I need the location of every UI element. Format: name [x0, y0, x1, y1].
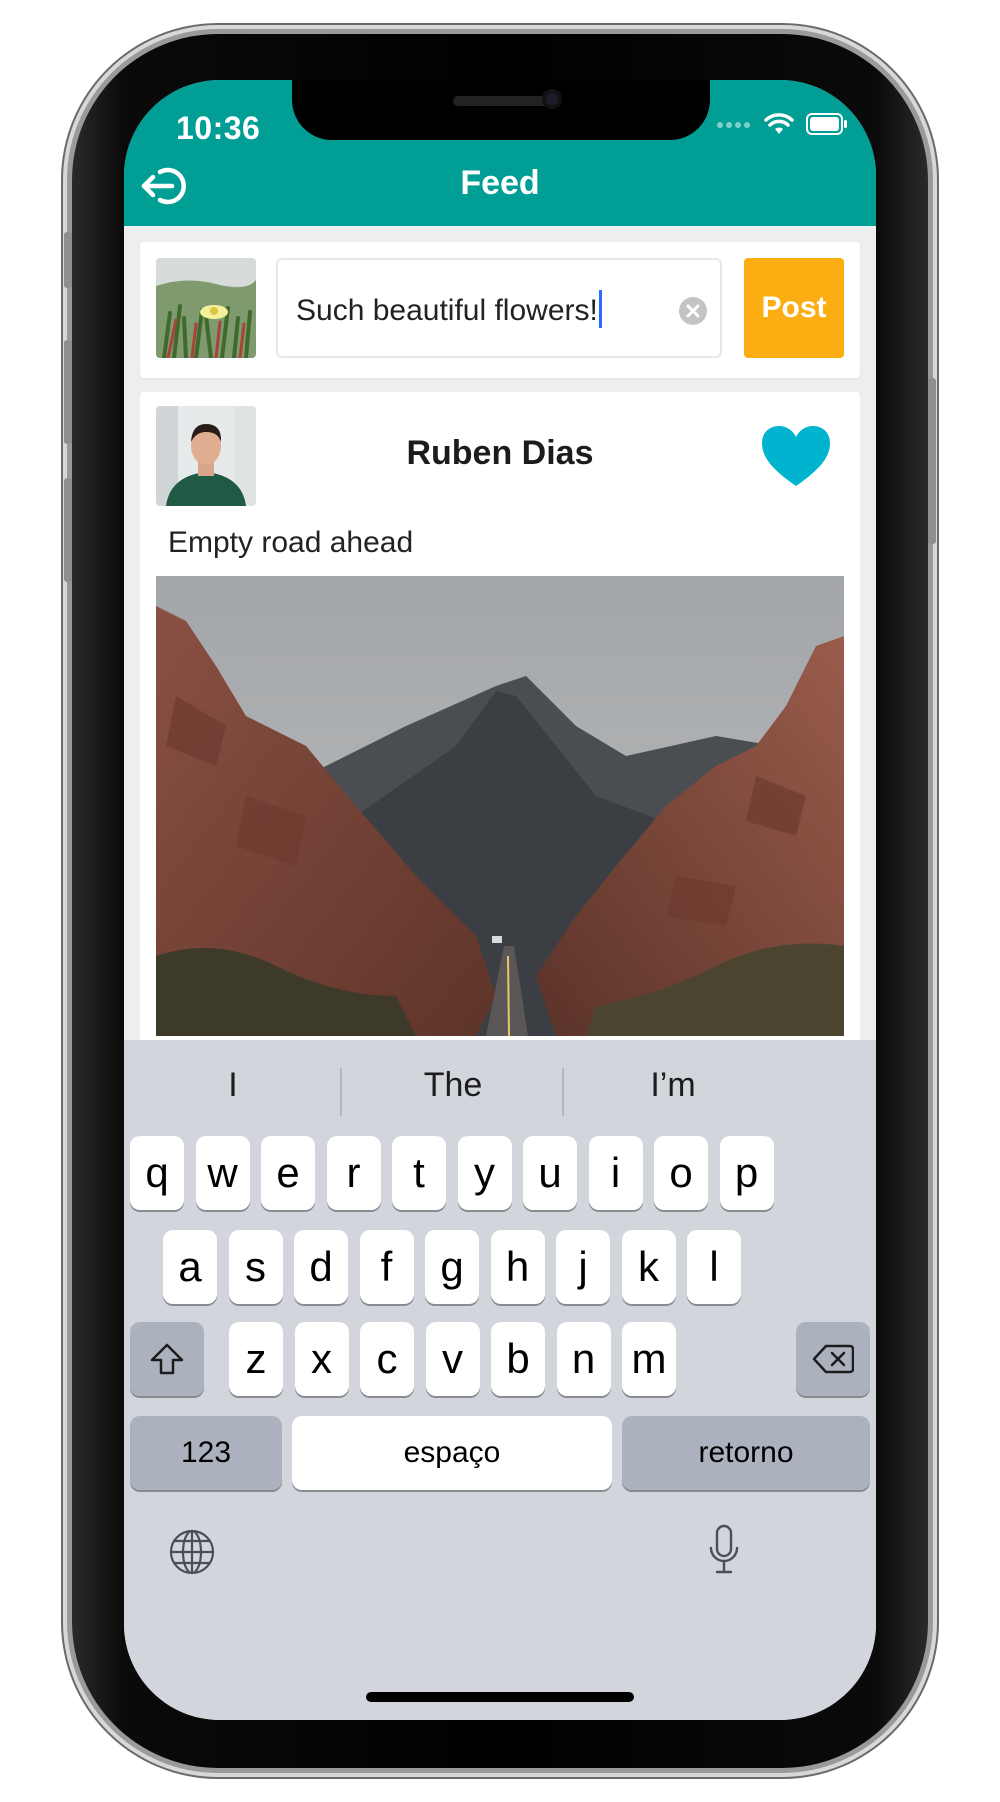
clear-text-icon[interactable]	[678, 296, 708, 326]
key-y[interactable]: y	[457, 1136, 512, 1210]
key-b[interactable]: b	[491, 1322, 545, 1396]
shift-key[interactable]	[130, 1322, 204, 1396]
key-w[interactable]: w	[195, 1136, 250, 1210]
suggestion-2[interactable]: The	[328, 1066, 578, 1105]
post-text-input[interactable]: Such beautiful flowers!	[276, 258, 722, 358]
key-p[interactable]: p	[719, 1136, 774, 1210]
return-key[interactable]: retorno	[622, 1416, 870, 1490]
power-button	[928, 378, 936, 544]
battery-icon	[806, 112, 848, 140]
app-header: 10:36 Feed	[124, 80, 876, 226]
key-r[interactable]: r	[326, 1136, 381, 1210]
key-q[interactable]: q	[130, 1136, 184, 1210]
phone-screen: 10:36 Feed Such beautiful flowers! Post …	[124, 80, 876, 1720]
post-image[interactable]	[156, 576, 844, 1036]
like-button[interactable]	[760, 424, 832, 488]
selected-photo-thumbnail[interactable]	[156, 258, 256, 358]
key-o[interactable]: o	[654, 1136, 708, 1210]
key-l[interactable]: l	[687, 1230, 741, 1304]
mute-switch	[64, 232, 72, 288]
microphone-icon	[709, 1524, 739, 1574]
key-x[interactable]: x	[294, 1322, 349, 1396]
page-title: Feed	[460, 164, 540, 202]
key-c[interactable]: c	[360, 1322, 414, 1396]
post-composer: Such beautiful flowers! Post	[140, 242, 860, 378]
status-icons	[716, 110, 848, 142]
key-t[interactable]: t	[392, 1136, 446, 1210]
globe-button[interactable]	[168, 1528, 216, 1576]
shift-icon	[150, 1343, 184, 1375]
key-v[interactable]: v	[425, 1322, 480, 1396]
wifi-icon	[764, 112, 794, 141]
key-f[interactable]: f	[359, 1230, 414, 1304]
key-u[interactable]: u	[523, 1136, 577, 1210]
key-n[interactable]: n	[556, 1322, 611, 1396]
volume-down-button	[64, 478, 72, 582]
key-z[interactable]: z	[229, 1322, 283, 1396]
space-key[interactable]: espaço	[292, 1416, 612, 1490]
keyboard: I The I’m 123 espaço retorno qwertyu i o…	[124, 1040, 876, 1720]
volume-up-button	[64, 340, 72, 444]
signal-icon	[716, 117, 752, 135]
key-i[interactable]: i	[588, 1136, 643, 1210]
key-m[interactable]: m	[622, 1322, 676, 1396]
key-a[interactable]: a	[163, 1230, 217, 1304]
key-h[interactable]: h	[490, 1230, 545, 1304]
text-cursor	[598, 290, 602, 329]
key-g[interactable]: g	[425, 1230, 479, 1304]
author-name[interactable]: Ruben Dias	[140, 434, 860, 473]
speaker	[453, 96, 549, 106]
suggestion-3[interactable]: I’m	[548, 1066, 798, 1105]
suggestion-1[interactable]: I	[124, 1066, 358, 1105]
key-d[interactable]: d	[294, 1230, 348, 1304]
dictation-button[interactable]	[708, 1524, 740, 1580]
home-indicator	[366, 1692, 634, 1702]
suggestion-bar: I The I’m	[124, 1040, 876, 1132]
globe-icon	[169, 1529, 215, 1575]
post-button[interactable]: Post	[744, 258, 844, 358]
heart-icon	[762, 426, 830, 486]
status-time: 10:36	[176, 110, 261, 146]
backspace-icon	[812, 1344, 854, 1374]
backspace-key[interactable]	[796, 1322, 870, 1396]
post-caption: Empty road ahead	[168, 526, 414, 559]
key-k[interactable]: k	[621, 1230, 676, 1304]
key-j[interactable]: j	[556, 1230, 610, 1304]
notch	[292, 80, 710, 140]
front-camera	[542, 89, 562, 109]
key-s[interactable]: s	[228, 1230, 283, 1304]
key-e[interactable]: e	[261, 1136, 315, 1210]
numbers-key[interactable]: 123	[130, 1416, 282, 1490]
post-input-value: Such beautiful flowers!	[296, 294, 598, 327]
